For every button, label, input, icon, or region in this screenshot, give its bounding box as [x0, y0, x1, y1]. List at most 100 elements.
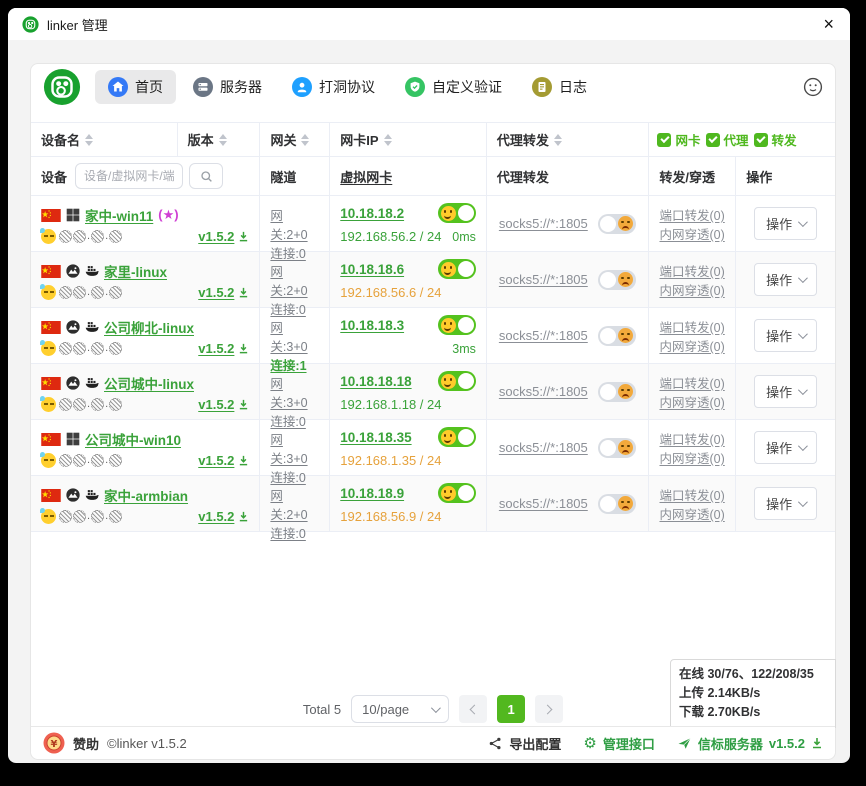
nat-traversal-link[interactable]: 内网穿透(0)	[659, 224, 725, 243]
chevron-down-icon	[798, 497, 808, 507]
gateway-link[interactable]: 网关:2+0	[270, 485, 319, 523]
vnic-ip-link[interactable]: 10.18.18.3	[340, 318, 404, 333]
admin-api-label: 管理接口	[603, 734, 655, 753]
search-input[interactable]	[75, 163, 183, 189]
header-gateway[interactable]: 网关	[260, 123, 330, 156]
device-name-link[interactable]: 家中-armbian	[104, 485, 188, 505]
vnic-ip-link[interactable]: 10.18.18.9	[340, 486, 404, 501]
device-name-link[interactable]: 家里-linux	[104, 261, 167, 281]
tab-custom-auth[interactable]: 自定义验证	[392, 70, 515, 104]
device-name-link[interactable]: 公司柳北-linux	[104, 317, 194, 337]
nat-traversal-link[interactable]: 内网穿透(0)	[659, 504, 725, 523]
header-version[interactable]: 版本	[178, 123, 261, 156]
download-icon[interactable]	[238, 455, 249, 466]
tab-home[interactable]: 首页	[95, 70, 176, 104]
vnic-toggle-on[interactable]	[438, 371, 476, 391]
export-config-button[interactable]: 导出配置	[488, 734, 561, 753]
header-proxy-forward[interactable]: 代理转发	[487, 123, 650, 156]
header-device-name[interactable]: 设备名	[31, 123, 178, 156]
tab-servers[interactable]: 服务器	[180, 70, 275, 104]
gateway-link[interactable]: 网关:3+0	[270, 429, 319, 467]
action-dropdown-button[interactable]: 操作	[754, 375, 817, 408]
tab-logs[interactable]: 日志	[519, 70, 600, 104]
action-dropdown-button[interactable]: 操作	[754, 319, 817, 352]
lan-ip-text: 192.168.56.9 / 24	[340, 509, 441, 524]
download-icon[interactable]	[238, 511, 249, 522]
gateway-link[interactable]: 网关:3+0	[270, 317, 319, 355]
port-forward-link[interactable]: 端口转发(0)	[659, 373, 725, 392]
socks-proxy-link[interactable]: socks5://*:1805	[499, 496, 588, 511]
download-icon[interactable]	[811, 737, 823, 749]
vnic-toggle-on[interactable]	[438, 427, 476, 447]
gateway-link[interactable]: 网关:3+0	[270, 373, 319, 411]
sponsor-link[interactable]: 赞助	[73, 734, 99, 753]
socks-proxy-link[interactable]: socks5://*:1805	[499, 216, 588, 231]
action-dropdown-button[interactable]: 操作	[754, 207, 817, 240]
download-icon[interactable]	[238, 399, 249, 410]
device-name-link[interactable]: 公司城中-linux	[104, 373, 194, 393]
tab-punch-protocol[interactable]: 打洞协议	[279, 70, 388, 104]
socks-proxy-link[interactable]: socks5://*:1805	[499, 328, 588, 343]
nat-traversal-link[interactable]: 内网穿透(0)	[659, 392, 725, 411]
header-nic-ip[interactable]: 网卡IP	[330, 123, 487, 156]
proxy-toggle-off[interactable]	[598, 438, 636, 458]
next-page-button[interactable]	[535, 695, 563, 723]
version-link[interactable]: v1.5.2	[198, 229, 234, 244]
virtual-nic-link[interactable]: 虚拟网卡	[340, 167, 392, 186]
status-glyph-icon	[59, 454, 72, 467]
download-icon[interactable]	[238, 287, 249, 298]
socks-proxy-link[interactable]: socks5://*:1805	[499, 384, 588, 399]
page-1-button[interactable]: 1	[497, 695, 525, 723]
checkbox-proxy[interactable]: 代理	[706, 130, 749, 149]
checkbox-forward[interactable]: 转发	[754, 130, 797, 149]
vnic-toggle-on[interactable]	[438, 483, 476, 503]
toggle-knob	[458, 429, 474, 445]
proxy-toggle-off[interactable]	[598, 382, 636, 402]
proxy-toggle-off[interactable]	[598, 326, 636, 346]
vnic-toggle-on[interactable]	[438, 203, 476, 223]
vnic-ip-link[interactable]: 10.18.18.6	[340, 262, 404, 277]
vnic-ip-link[interactable]: 10.18.18.35	[340, 430, 411, 445]
beacon-server-button[interactable]: 信标服务器 v1.5.2	[677, 734, 823, 753]
version-link[interactable]: v1.5.2	[198, 341, 234, 356]
page-size-select[interactable]: 10/page	[351, 695, 449, 723]
port-forward-link[interactable]: 端口转发(0)	[659, 317, 725, 336]
download-icon[interactable]	[238, 231, 249, 242]
download-icon[interactable]	[238, 343, 249, 354]
gateway-link[interactable]: 网关:2+0	[270, 261, 319, 299]
version-link[interactable]: v1.5.2	[198, 285, 234, 300]
vnic-toggle-on[interactable]	[438, 315, 476, 335]
socks-proxy-link[interactable]: socks5://*:1805	[499, 272, 588, 287]
smiley-face-icon[interactable]	[803, 77, 823, 97]
vnic-toggle-on[interactable]	[438, 259, 476, 279]
action-dropdown-button[interactable]: 操作	[754, 431, 817, 464]
version-link[interactable]: v1.5.2	[198, 453, 234, 468]
action-dropdown-button[interactable]: 操作	[754, 263, 817, 296]
proxy-toggle-off[interactable]	[598, 494, 636, 514]
proxy-toggle-off[interactable]	[598, 214, 636, 234]
admin-api-button[interactable]: ⚙ 管理接口	[583, 734, 654, 753]
port-forward-link[interactable]: 端口转发(0)	[659, 261, 725, 280]
vnic-ip-link[interactable]: 10.18.18.2	[340, 206, 404, 221]
proxy-toggle-off[interactable]	[598, 270, 636, 290]
prev-page-button[interactable]	[459, 695, 487, 723]
port-forward-link[interactable]: 端口转发(0)	[659, 205, 725, 224]
checkbox-nic[interactable]: 网卡	[657, 130, 700, 149]
connections-link[interactable]: 连接:0	[270, 523, 319, 542]
version-link[interactable]: v1.5.2	[198, 397, 234, 412]
version-link[interactable]: v1.5.2	[198, 509, 234, 524]
nat-traversal-link[interactable]: 内网穿透(0)	[659, 336, 725, 355]
nat-traversal-link[interactable]: 内网穿透(0)	[659, 448, 725, 467]
gateway-link[interactable]: 网关:2+0	[270, 205, 319, 243]
close-button[interactable]: ×	[821, 15, 836, 33]
device-name-link[interactable]: 家中-win11	[85, 205, 153, 225]
port-forward-link[interactable]: 端口转发(0)	[659, 485, 725, 504]
vnic-ip-link[interactable]: 10.18.18.18	[340, 374, 411, 389]
action-button-label: 操作	[766, 214, 792, 233]
socks-proxy-link[interactable]: socks5://*:1805	[499, 440, 588, 455]
nat-traversal-link[interactable]: 内网穿透(0)	[659, 280, 725, 299]
action-dropdown-button[interactable]: 操作	[754, 487, 817, 520]
search-button[interactable]	[189, 163, 223, 189]
device-name-link[interactable]: 公司城中-win10	[85, 429, 181, 449]
port-forward-link[interactable]: 端口转发(0)	[659, 429, 725, 448]
